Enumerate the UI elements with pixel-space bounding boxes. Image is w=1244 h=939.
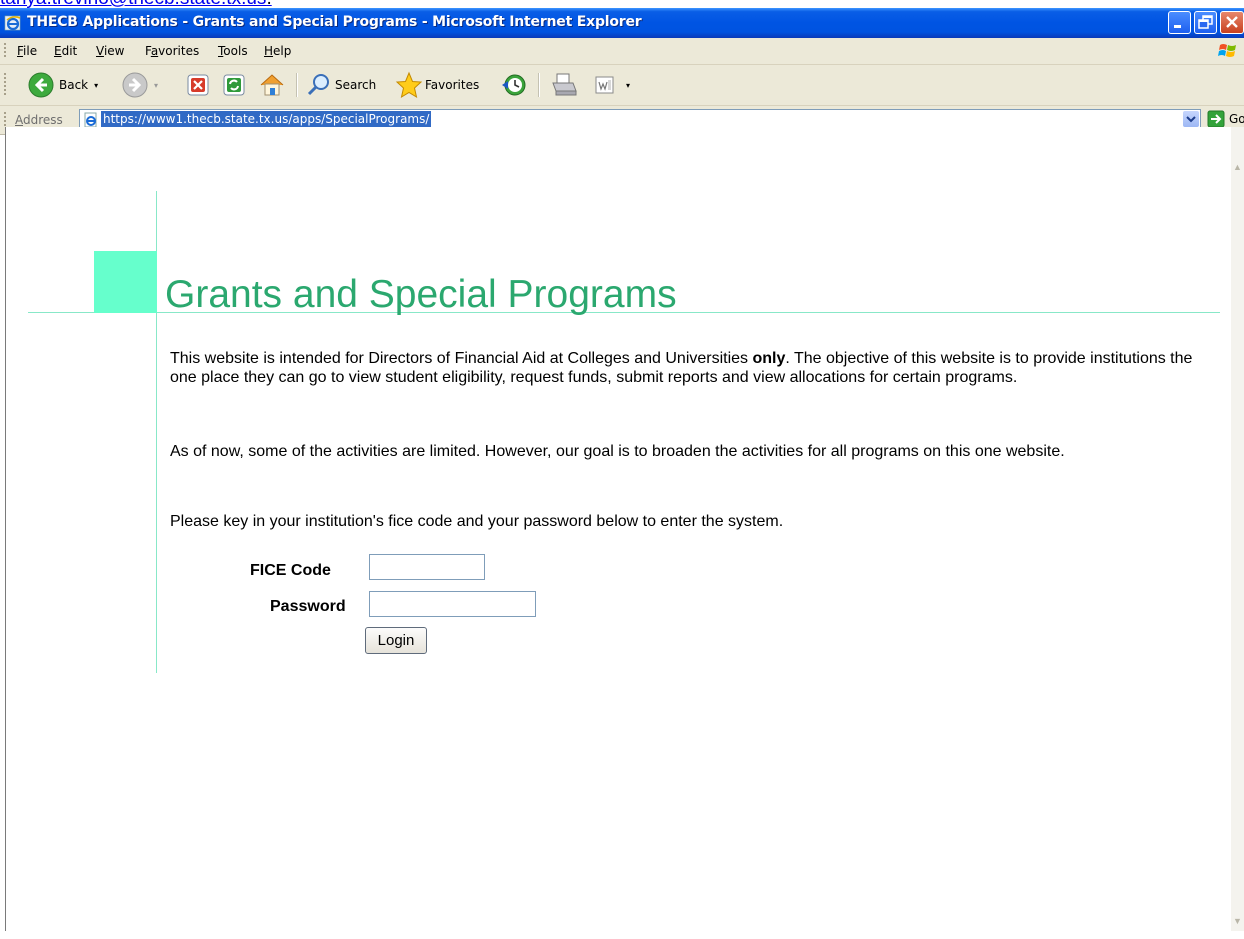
- menu-tools[interactable]: Tools: [218, 44, 248, 58]
- password-input[interactable]: [369, 591, 536, 617]
- menu-grip[interactable]: [4, 43, 6, 59]
- go-arrow-icon: [1207, 110, 1225, 128]
- stop-button[interactable]: [186, 71, 210, 99]
- chevron-down-icon: [1186, 116, 1196, 123]
- fice-code-input[interactable]: [369, 554, 485, 580]
- login-button[interactable]: Login: [365, 627, 427, 654]
- back-dropdown-icon[interactable]: ▾: [94, 81, 98, 90]
- close-button[interactable]: [1220, 11, 1244, 34]
- forward-arrow-icon: [122, 72, 148, 98]
- menu-file[interactable]: File: [17, 44, 37, 58]
- word-edit-icon: [595, 76, 614, 94]
- close-icon: [1226, 16, 1238, 28]
- minimize-icon: [1174, 25, 1181, 28]
- page-icon: [84, 112, 97, 128]
- home-button[interactable]: [258, 71, 286, 99]
- clipped-email-link[interactable]: tanya.trevino@thecb.state.tx.us.: [0, 0, 272, 9]
- intro-text-start: This website is intended for Directors o…: [170, 350, 753, 367]
- page-heading: Grants and Special Programs: [165, 273, 677, 316]
- search-icon: [307, 74, 329, 96]
- standard-toolbar: Back ▾ ▾ Search Favorites ▾: [0, 65, 1244, 106]
- scroll-up-arrow-icon[interactable]: ▲: [1232, 161, 1243, 173]
- windows-logo-icon: [1218, 44, 1236, 57]
- instruction-paragraph: Please key in your institution's fice co…: [170, 513, 784, 530]
- address-grip[interactable]: [4, 112, 6, 128]
- stop-icon: [187, 74, 209, 96]
- forward-dropdown-icon[interactable]: ▾: [154, 81, 158, 90]
- address-url[interactable]: https://www1.thecb.state.tx.us/apps/Spec…: [101, 111, 432, 127]
- back-button[interactable]: Back ▾: [28, 71, 98, 99]
- title-bar[interactable]: THECB Applications - Grants and Special …: [0, 8, 1244, 38]
- decorative-accent-square: [94, 251, 157, 313]
- printer-icon: [552, 73, 577, 96]
- menu-bar: File Edit View Favorites Tools Help: [0, 38, 1244, 65]
- favorites-label: Favorites: [425, 78, 480, 92]
- menu-edit[interactable]: Edit: [54, 44, 77, 58]
- scroll-down-arrow-icon[interactable]: ▼: [1232, 915, 1243, 927]
- forward-button[interactable]: ▾: [122, 71, 158, 99]
- status-paragraph: As of now, some of the activities are li…: [170, 443, 1065, 460]
- menu-favorites[interactable]: Favorites: [145, 44, 199, 58]
- favorites-button[interactable]: Favorites: [395, 71, 479, 99]
- menu-help[interactable]: Help: [264, 44, 291, 58]
- home-icon: [260, 74, 284, 96]
- toolbar-separator-2: [538, 73, 540, 97]
- password-label: Password: [270, 598, 346, 615]
- history-button[interactable]: [500, 71, 528, 99]
- search-label: Search: [335, 78, 377, 92]
- back-arrow-icon: [28, 72, 54, 98]
- history-icon: [502, 74, 526, 96]
- intro-paragraph: This website is intended for Directors o…: [170, 349, 1220, 387]
- toolbar-grip[interactable]: [4, 73, 6, 97]
- restore-button[interactable]: [1194, 11, 1217, 34]
- refresh-icon: [223, 74, 245, 96]
- edit-dropdown-icon[interactable]: ▾: [626, 81, 630, 90]
- intro-bold-text: only: [752, 350, 786, 367]
- address-label: Address: [15, 113, 63, 127]
- menu-view[interactable]: View: [96, 44, 124, 58]
- ie-app-icon: [4, 15, 21, 31]
- edit-button[interactable]: ▾: [594, 71, 630, 99]
- window-title: THECB Applications - Grants and Special …: [27, 14, 642, 30]
- search-button[interactable]: Search: [306, 71, 376, 99]
- fice-code-label: FICE Code: [250, 562, 331, 579]
- favorites-star-icon: [395, 71, 423, 99]
- address-dropdown-button[interactable]: [1183, 111, 1199, 127]
- go-label: Go: [1229, 112, 1244, 126]
- refresh-button[interactable]: [222, 71, 246, 99]
- toolbar-separator: [296, 73, 298, 97]
- go-button[interactable]: Go: [1207, 110, 1244, 128]
- vertical-scrollbar[interactable]: ▲ ▼: [1231, 127, 1244, 931]
- minimize-button[interactable]: [1168, 11, 1191, 34]
- address-label-rest: ddress: [23, 113, 63, 127]
- back-label: Back: [59, 78, 89, 92]
- print-button[interactable]: [550, 71, 578, 99]
- restore-icon: [1198, 15, 1213, 29]
- address-field[interactable]: https://www1.thecb.state.tx.us/apps/Spec…: [79, 109, 1201, 129]
